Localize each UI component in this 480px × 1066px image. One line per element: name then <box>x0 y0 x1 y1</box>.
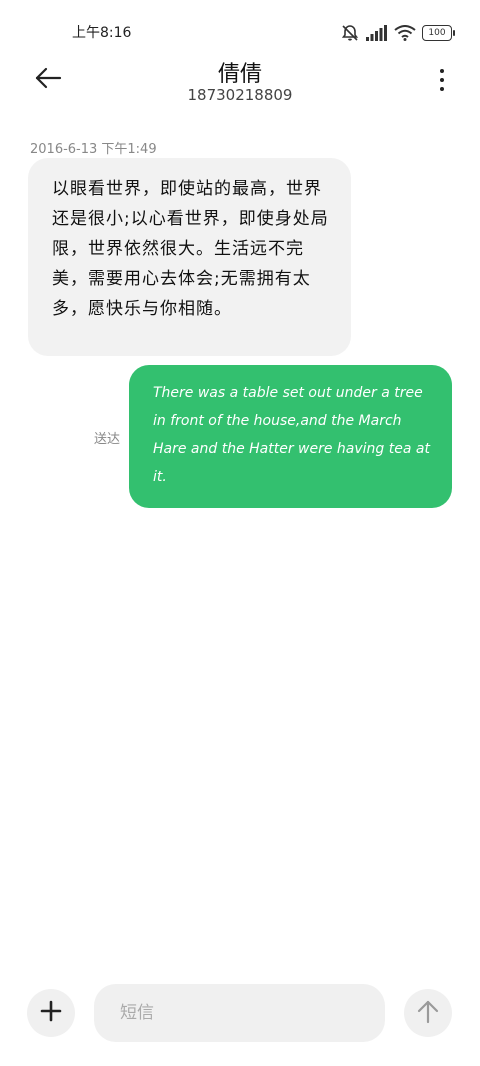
delivery-status: 送达 <box>94 432 121 447</box>
status-icons: 100 <box>340 22 455 44</box>
arrow-up-icon <box>416 998 440 1028</box>
more-options-button[interactable] <box>432 64 452 96</box>
outgoing-message-bubble[interactable]: There was a table set out under a tree i… <box>129 365 452 508</box>
mute-notification-icon <box>340 23 360 43</box>
vertical-dots-icon <box>440 69 444 91</box>
message-composer <box>0 980 480 1050</box>
message-timestamp: 2016-6-13 下午1:49 <box>30 142 157 157</box>
add-attachment-button[interactable] <box>27 989 75 1037</box>
contact-name: 倩倩 <box>217 62 262 87</box>
status-time: 上午8:16 <box>72 25 132 41</box>
conversation-header: 倩倩 18730218809 <box>0 56 480 108</box>
message-input[interactable] <box>94 984 385 1042</box>
battery-level: 100 <box>428 27 446 38</box>
wifi-icon <box>394 25 416 41</box>
signal-icon <box>366 25 388 41</box>
status-bar: 上午8:16 100 <box>0 0 480 64</box>
incoming-message-bubble[interactable]: 以眼看世界，即使站的最高，世界还是很小;以心看世界，即使身处局限，世界依然很大。… <box>28 158 351 356</box>
contact-number: 18730218809 <box>187 86 293 104</box>
battery-icon: 100 <box>422 25 455 41</box>
plus-icon <box>40 1000 62 1026</box>
send-button[interactable] <box>404 989 452 1037</box>
